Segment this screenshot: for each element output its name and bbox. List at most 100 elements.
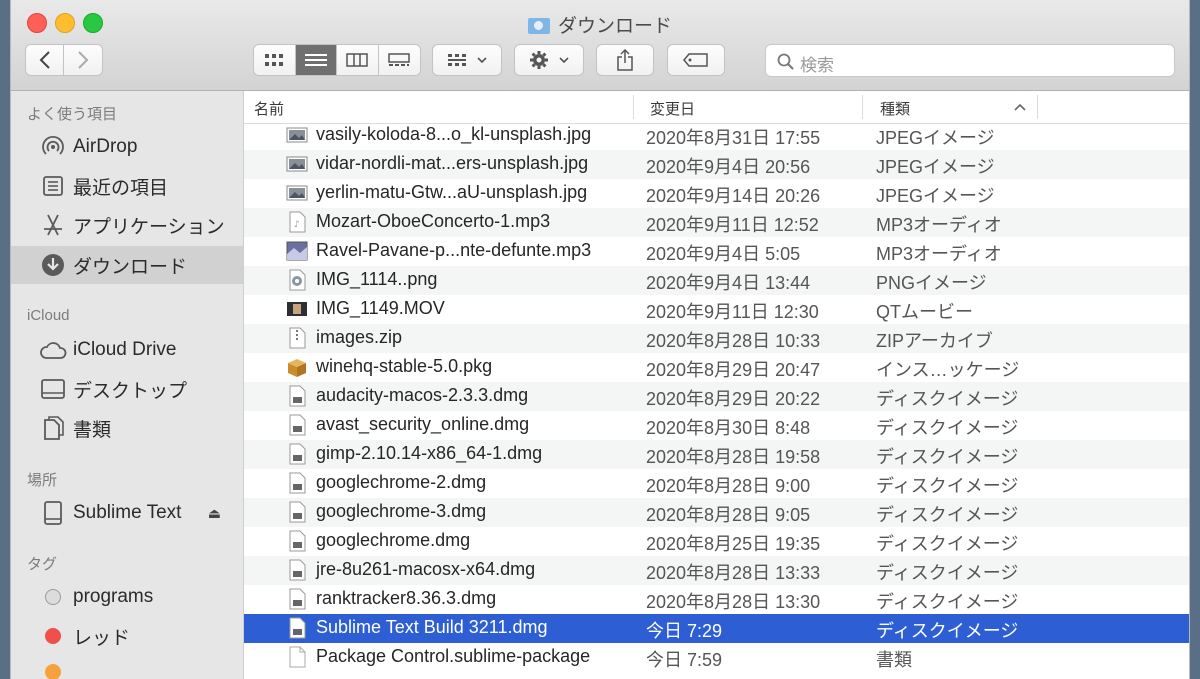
- movie-thumb-icon: [286, 298, 308, 320]
- sidebar-item-downloads[interactable]: ダウンロード: [11, 246, 243, 284]
- sort-ascending-icon: [1014, 103, 1026, 111]
- toolbar: ダウンロード 検索: [11, 0, 1189, 91]
- file-row[interactable]: googlechrome-2.dmg 2020年8月28日 9:00 ディスクイメー…: [244, 469, 1189, 498]
- file-row[interactable]: Package Control.sublime-package 今日 7:59 書類: [244, 643, 1189, 672]
- file-name: jre-8u261-macosx-x64.dmg: [316, 559, 536, 579]
- sidebar-item-desktop[interactable]: デスクトップ: [11, 370, 243, 408]
- drive-icon: [39, 499, 67, 527]
- sidebar-item-label: iCloud Drive: [73, 339, 177, 360]
- zip-file-icon: [286, 327, 308, 349]
- package-icon: [286, 356, 308, 378]
- action-menu-button[interactable]: [514, 44, 584, 76]
- tag-button[interactable]: [667, 44, 725, 76]
- icon-view-button[interactable]: [254, 45, 296, 75]
- file-kind: インス…ッケージ: [876, 360, 1020, 380]
- file-kind: ZIPアーカイブ: [876, 331, 993, 351]
- list-view-button[interactable]: [295, 45, 337, 75]
- file-kind: ディスクイメージ: [876, 563, 1019, 583]
- documents-icon: [39, 414, 67, 442]
- group-by-button[interactable]: [432, 44, 502, 76]
- share-icon: [617, 49, 633, 71]
- file-name: Package Control.sublime-package: [316, 646, 591, 666]
- file-list: 名前 変更日 種類 vasily-koloda-8...o_kl-unsplas…: [244, 91, 1189, 679]
- sidebar-item-icloud-drive[interactable]: iCloud Drive: [11, 331, 243, 369]
- sidebar-item-applications[interactable]: アプリケーション: [11, 206, 243, 244]
- eject-icon[interactable]: ⏏: [208, 505, 221, 522]
- file-name: yerlin-matu-Gtw...aU-unsplash.jpg: [316, 182, 588, 202]
- file-date: 今日 7:59: [646, 650, 723, 670]
- grid-icon: [265, 54, 284, 66]
- sidebar-item-airdrop[interactable]: AirDrop: [11, 128, 243, 166]
- column-header-date[interactable]: 変更日: [650, 98, 695, 119]
- file-date: 2020年8月31日 17:55: [646, 128, 821, 148]
- desktop-icon: [39, 375, 67, 403]
- file-row[interactable]: googlechrome-3.dmg 2020年8月28日 9:05 ディスクイメー…: [244, 498, 1189, 527]
- folder-icon: [527, 18, 550, 34]
- search-placeholder: 検索: [800, 56, 834, 75]
- gallery-view-button[interactable]: [378, 45, 420, 75]
- file-row[interactable]: audacity-macos-2.3.3.dmg 2020年8月29日 20:22…: [244, 382, 1189, 411]
- back-button[interactable]: [26, 45, 65, 75]
- tag-dot-icon: [45, 664, 61, 679]
- tag-dot-icon: [39, 622, 67, 650]
- disk-image-icon: [286, 472, 308, 494]
- sidebar-header-tags: タグ: [27, 556, 58, 573]
- file-date: 2020年9月11日 12:30: [646, 302, 819, 322]
- sidebar-item-tag-red[interactable]: レッド: [11, 617, 243, 655]
- file-row[interactable]: yerlin-matu-Gtw...aU-unsplash.jpg 2020年9月…: [244, 179, 1189, 208]
- file-name: googlechrome.dmg: [316, 530, 471, 550]
- sidebar-item-documents[interactable]: 書類: [11, 409, 243, 447]
- file-kind: PNGイメージ: [876, 273, 987, 293]
- file-date: 2020年9月4日 5:05: [646, 244, 801, 264]
- file-kind: ディスクイメージ: [876, 447, 1019, 467]
- sidebar-header-favorites: よく使う項目: [27, 106, 118, 123]
- file-row[interactable]: Sublime Text Build 3211.dmg 今日 7:29 ディスクイメ…: [244, 614, 1189, 643]
- file-row[interactable]: vidar-nordli-mat...ers-unsplash.jpg 2020年…: [244, 150, 1189, 179]
- file-row[interactable]: ♪ Mozart-OboeConcerto-1.mp3 2020年9月11日 12:…: [244, 208, 1189, 237]
- sidebar-item-tag-programs[interactable]: programs: [11, 578, 243, 616]
- column-header: 名前 変更日 種類: [244, 91, 1189, 124]
- file-name: winehq-stable-5.0.pkg: [316, 356, 493, 376]
- file-kind: ディスクイメージ: [876, 505, 1019, 525]
- sidebar-item-label: ダウンロード: [73, 256, 188, 278]
- file-kind: JPEGイメージ: [876, 157, 995, 177]
- cloud-icon: [39, 336, 67, 364]
- file-date: 2020年8月28日 9:05: [646, 505, 811, 525]
- sidebar-item-recents[interactable]: 最近の項目: [11, 167, 243, 205]
- column-view-button[interactable]: [337, 45, 379, 75]
- disk-image-icon: [286, 443, 308, 465]
- sidebar-item-sublime-text-volume[interactable]: Sublime Text ⏏: [11, 494, 243, 532]
- airdrop-icon: [39, 133, 67, 161]
- svg-text:♪: ♪: [294, 220, 300, 230]
- file-row[interactable]: images.zip 2020年8月28日 10:33 ZIPアーカイブ: [244, 324, 1189, 353]
- file-row[interactable]: avast_security_online.dmg 2020年8月30日 8:48…: [244, 411, 1189, 440]
- file-row[interactable]: googlechrome.dmg 2020年8月25日 19:35 ディスクイメージ: [244, 527, 1189, 556]
- file-row[interactable]: ranktracker8.36.3.dmg 2020年8月28日 13:30 ディス…: [244, 585, 1189, 614]
- sidebar-item-label: デスクトップ: [73, 380, 188, 402]
- disk-image-icon: [286, 385, 308, 407]
- file-date: 2020年8月29日 20:22: [646, 389, 821, 409]
- file-row[interactable]: jre-8u261-macosx-x64.dmg 2020年8月28日 13:33…: [244, 556, 1189, 585]
- file-date: 2020年8月30日 8:48: [646, 418, 811, 438]
- file-kind: ディスクイメージ: [876, 389, 1019, 409]
- file-row[interactable]: IMG_1149.MOV 2020年9月11日 12:30 QTムービー: [244, 295, 1189, 324]
- applications-icon: [39, 211, 67, 239]
- file-row[interactable]: vasily-koloda-8...o_kl-unsplash.jpg 2020年…: [244, 121, 1189, 150]
- file-name: audacity-macos-2.3.3.dmg: [316, 385, 529, 405]
- file-row[interactable]: winehq-stable-5.0.pkg 2020年8月29日 20:47 インス…: [244, 353, 1189, 382]
- file-date: 2020年8月28日 19:58: [646, 447, 821, 467]
- file-row[interactable]: gimp-2.10.14-x86_64-1.dmg 2020年8月28日 19:5…: [244, 440, 1189, 469]
- file-name: Mozart-OboeConcerto-1.mp3: [316, 211, 551, 231]
- file-name: googlechrome-3.dmg: [316, 501, 487, 521]
- group-grid-icon: [448, 54, 466, 66]
- forward-button[interactable]: [64, 45, 102, 75]
- sidebar-header-locations: 場所: [27, 472, 58, 489]
- file-row[interactable]: IMG_1114..png 2020年9月4日 13:44 PNGイメージ: [244, 266, 1189, 295]
- search-field[interactable]: 検索: [765, 44, 1175, 77]
- column-header-kind[interactable]: 種類: [880, 98, 910, 119]
- file-row[interactable]: Ravel-Pavane-p...nte-defunte.mp3 2020年9月4…: [244, 237, 1189, 266]
- share-button[interactable]: [596, 44, 654, 76]
- sidebar-header-icloud: iCloud: [27, 307, 70, 324]
- file-kind: JPEGイメージ: [876, 128, 995, 148]
- column-header-name[interactable]: 名前: [254, 98, 284, 119]
